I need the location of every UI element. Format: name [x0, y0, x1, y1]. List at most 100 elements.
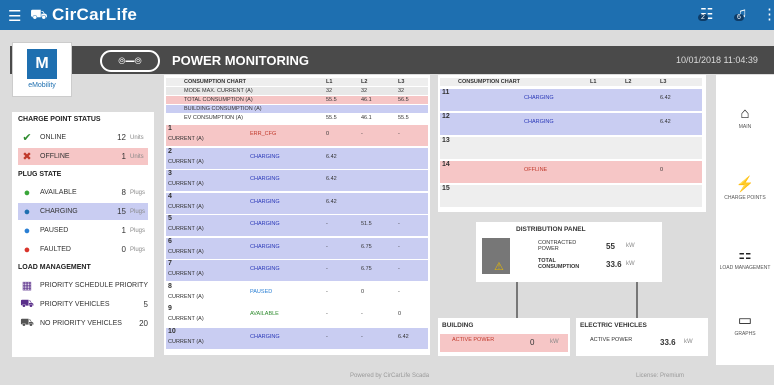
priority-vehicles-value: 5 [143, 300, 148, 309]
charge-point-sub: CURRENT (A) [168, 293, 204, 300]
charge-point-l2: 51.5 [361, 221, 372, 227]
priority-vehicles-label: PRIORITY VEHICLES [40, 301, 110, 308]
row-label: BUILDING CONSUMPTION (A) [184, 106, 262, 112]
brand-title: CirCarLife [52, 5, 138, 24]
paused-value: 1 [121, 226, 126, 235]
paused-unit: Plugs [130, 227, 146, 234]
charge-point-row[interactable]: 7 CURRENT (A) CHARGING - 6.75 - [166, 260, 428, 281]
faulted-row: ● FAULTED 0 Plugs [18, 241, 148, 258]
charge-point-row[interactable]: 8 CURRENT (A) PAUSED - 0 - [166, 282, 428, 304]
col-l3: L3 [398, 79, 405, 85]
online-label: ONLINE [40, 134, 67, 141]
online-row: ✔ ONLINE 12 Units [18, 129, 148, 146]
car-icon: ⛟ [20, 297, 34, 310]
charging-unit: Plugs [130, 208, 146, 215]
paused-dot-icon: ● [23, 224, 31, 237]
car-outline-icon: ⛟ [20, 316, 34, 329]
charge-point-row[interactable]: 5 CURRENT (A) CHARGING - 51.5 - [166, 215, 428, 236]
charge-point-l1: 6.42 [326, 198, 337, 205]
charge-point-l1: - [326, 266, 328, 272]
charge-point-l3: - [398, 266, 400, 272]
footer: Powered by CirCarLife Scada License: Pre… [0, 370, 774, 385]
charge-point-label: 2 [168, 147, 172, 155]
check-icon: ✔ [22, 132, 32, 144]
charge-point-row[interactable]: 1 CURRENT (A) ERR_CFG 0 - - [166, 125, 428, 146]
cross-icon: ✖ [22, 151, 32, 163]
charge-point-label: 12 [442, 113, 450, 120]
total-value: 33.6 [606, 260, 622, 269]
charge-point-row[interactable]: 13 [440, 137, 702, 159]
emobility-logo: M eMobility [12, 42, 72, 97]
menu-icon[interactable]: ☰ [8, 7, 21, 25]
online-unit: Units [130, 134, 144, 141]
charge-point-sub: CURRENT (A) [168, 316, 204, 322]
charging-dot-icon: ● [23, 205, 31, 218]
ev-power-label: ACTIVE POWER [590, 337, 633, 343]
charge-point-row[interactable]: 10 CURRENT (A) CHARGING - - 6.42 [166, 327, 428, 349]
connector-line [636, 282, 638, 318]
charging-row: ● CHARGING 15 Plugs [18, 203, 148, 220]
available-row: ● AVAILABLE 8 Plugs [18, 184, 148, 201]
nav-charge-points[interactable]: ⚡ CHARGE POINTS [716, 175, 774, 201]
charge-point-label: 4 [168, 192, 172, 200]
available-dot-icon: ● [23, 186, 31, 199]
consumption-row: TOTAL CONSUMPTION (A) 55.5 46.1 56.5 [166, 96, 428, 104]
offline-unit: Units [130, 153, 144, 160]
col-l2: L2 [361, 79, 368, 85]
right-chart-header: CONSUMPTION CHART L1 L2 L3 [440, 78, 702, 86]
total-label: TOTAL CONSUMPTION [538, 258, 580, 270]
row-l1: 32 [326, 88, 333, 94]
row-l3: 55.5 [398, 115, 409, 121]
contracted-value: 55 [606, 242, 615, 251]
charge-point-label: 11 [442, 89, 450, 96]
charge-point-row[interactable]: 4 CURRENT (A) CHARGING 6.42 [166, 192, 428, 214]
graph-icon: ▭ [737, 312, 753, 329]
charge-point-label: 9 [168, 305, 172, 312]
ev-title: ELECTRIC VEHICLES [580, 322, 647, 329]
right-chart-title: CONSUMPTION CHART [458, 79, 521, 85]
charge-point-label: 14 [442, 161, 450, 168]
more-icon[interactable]: ⋮ [762, 5, 774, 23]
charge-point-state: PAUSED [250, 288, 273, 295]
priority-schedule-row: ▦ PRIORITY SCHEDULE PRIORITY [18, 277, 148, 294]
charge-point-row[interactable]: 14 OFFLINE 0 [440, 161, 702, 183]
charge-point-sub: CURRENT (A) [168, 248, 204, 255]
page-title: POWER MONITORING [172, 53, 309, 68]
consumption-chart-title: CONSUMPTION CHART [184, 79, 247, 85]
charge-point-row[interactable]: 15 [440, 185, 702, 207]
row-label: MODE MAX. CURRENT (A) [184, 88, 253, 94]
charge-point-label: 8 [168, 282, 172, 290]
charge-point-l3: - [398, 221, 400, 227]
no-priority-value: 20 [139, 319, 148, 328]
nav-main[interactable]: ⌂ MAIN [716, 105, 774, 130]
charge-point-label: 13 [442, 137, 450, 144]
charge-point-row[interactable]: 11 CHARGING 6.42 [440, 89, 702, 111]
charge-point-row[interactable]: 3 CURRENT (A) CHARGING 6.42 [166, 170, 428, 191]
charge-point-row[interactable]: 9 CURRENT (A) AVAILABLE - - 0 [166, 305, 428, 326]
consumption-chart-panel: CONSUMPTION CHART L1 L2 L3 MODE MAX. CURREN… [164, 75, 430, 355]
side-nav: ⌂ MAIN ⚡ CHARGE POINTS ⚏ LOAD MANAGEMENT ▭ G… [716, 75, 774, 365]
paused-label: PAUSED [40, 227, 69, 234]
row-l1: 55.5 [326, 115, 337, 121]
charge-point-row[interactable]: 6 CURRENT (A) CHARGING - 6.75 - [166, 237, 428, 259]
charge-point-row[interactable]: 12 CHARGING 6.42 [440, 113, 702, 135]
charge-point-state: CHARGING [250, 266, 280, 272]
charge-point-state: CHARGING [250, 243, 280, 250]
charge-point-label: 10 [168, 327, 176, 335]
faulted-unit: Plugs [130, 246, 146, 253]
no-priority-label: NO PRIORITY VEHICLES [40, 320, 122, 327]
charge-point-sub: CURRENT (A) [168, 226, 204, 232]
online-value: 12 [117, 133, 126, 142]
load-management-title: LOAD MANAGEMENT [18, 264, 91, 271]
priority-schedule-value: PRIORITY [114, 282, 148, 289]
load-icon: ⚏ [738, 246, 752, 263]
charging-label: CHARGING [40, 208, 78, 215]
charge-point-row[interactable]: 2 CURRENT (A) CHARGING 6.42 [166, 147, 428, 169]
charge-point-l2: 0 [361, 288, 365, 295]
nav-graphs-label: GRAPHS [734, 331, 756, 337]
nav-load-management[interactable]: ⚏ LOAD MANAGEMENT [716, 245, 774, 271]
ev-power-value: 33.6 [660, 338, 676, 347]
nav-graphs[interactable]: ▭ GRAPHS [716, 311, 774, 337]
charge-point-l1: - [326, 333, 328, 340]
ev-panel: ELECTRIC VEHICLES ACTIVE POWER 33.6 kW [576, 318, 708, 356]
